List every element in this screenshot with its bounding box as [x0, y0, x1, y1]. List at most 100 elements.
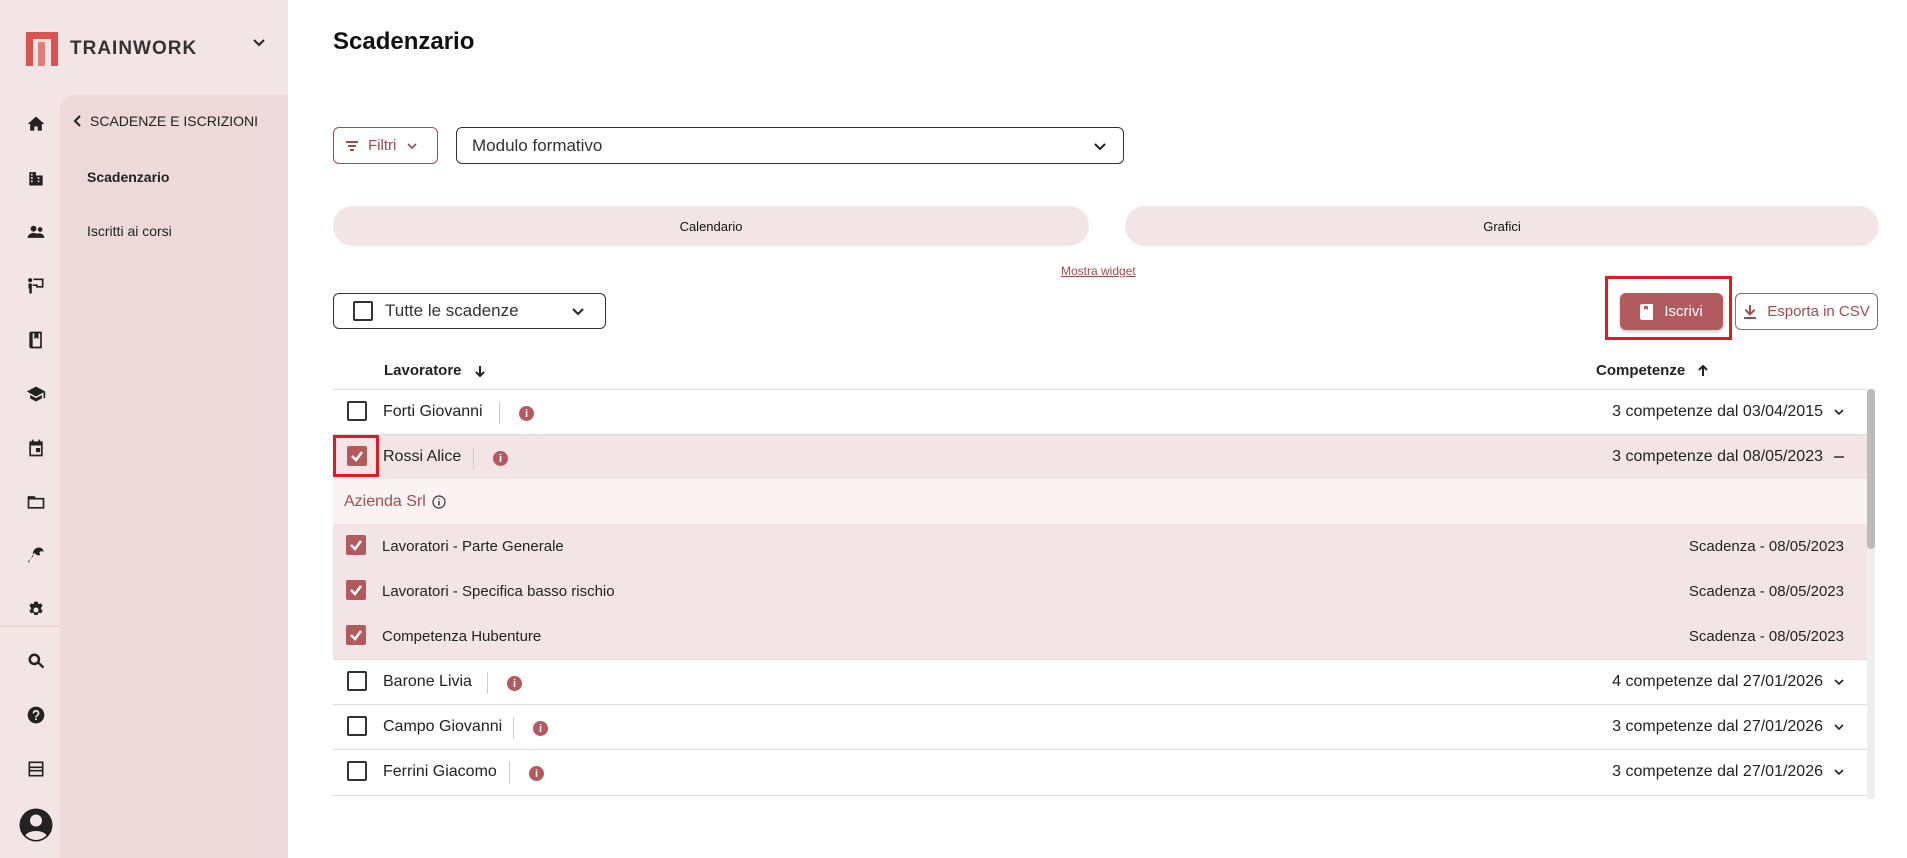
table-row[interactable]: Rossi Alice i 3 competenze dal 08/05/202… — [333, 434, 1869, 479]
download-icon — [1744, 304, 1757, 319]
calendar-icon[interactable] — [0, 420, 60, 476]
book-icon — [1640, 303, 1654, 320]
competence-deadline: Scadenza - 08/05/2023 — [1688, 628, 1844, 645]
divider — [499, 402, 500, 424]
highlight-box — [333, 435, 379, 477]
presentation-icon[interactable] — [16, 266, 56, 306]
divider — [509, 762, 510, 784]
worker-name: Forti Giovanni — [383, 403, 483, 420]
info-icon[interactable]: i — [529, 766, 544, 781]
filters-button[interactable]: Filtri — [333, 127, 438, 164]
arrow-up-icon — [1698, 364, 1708, 376]
enroll-button[interactable]: Iscrivi — [1620, 293, 1723, 330]
help-icon[interactable] — [16, 695, 56, 735]
sub-navigation: SCADENZE E ISCRIZIONI Scadenzario Iscrit… — [60, 95, 288, 858]
worker-name: Rossi Alice — [383, 448, 462, 465]
row-checkbox[interactable] — [347, 671, 367, 691]
row-checkbox[interactable] — [347, 716, 367, 736]
competence-name: Lavoratori - Specifica basso rischio — [382, 583, 615, 600]
folder-icon[interactable] — [16, 482, 56, 522]
search-icon[interactable] — [16, 641, 56, 681]
export-csv-button[interactable]: Esporta in CSV — [1735, 293, 1878, 330]
home-icon[interactable] — [16, 104, 56, 144]
info-outline-icon[interactable] — [432, 494, 446, 509]
tab-grafici[interactable]: Grafici — [1125, 206, 1879, 246]
back-link[interactable]: SCADENZE E ISCRIZIONI — [72, 113, 258, 129]
chevron-down-icon[interactable] — [252, 36, 266, 50]
select-all-checkbox[interactable] — [353, 301, 373, 321]
arrow-down-icon — [474, 365, 485, 377]
chevron-down-icon[interactable] — [1833, 766, 1845, 778]
deadline-select[interactable]: Tutte le scadenze — [333, 293, 606, 329]
page-title: Scadenzario — [333, 28, 475, 55]
divider — [487, 672, 488, 694]
info-icon[interactable]: i — [507, 676, 522, 691]
company-group: Azienda Srl — [333, 479, 1869, 524]
collapse-icon[interactable] — [1833, 451, 1845, 463]
table-row[interactable]: Campo Giovanni i 3 competenze dal 27/01/… — [333, 704, 1869, 749]
divider — [333, 795, 1869, 796]
competence-deadline: Scadenza - 08/05/2023 — [1688, 583, 1844, 600]
chevron-down-icon[interactable] — [1833, 721, 1845, 733]
competence-row[interactable]: Competenza Hubenture Scadenza - 08/05/20… — [333, 614, 1869, 659]
skills-summary: 3 competenze dal 27/01/2026 — [1612, 718, 1823, 735]
app-root: TRAINWORK SCADENZE E ISCRIZIONI Scadenza… — [0, 0, 1907, 858]
chevron-left-icon — [73, 115, 81, 127]
scrollbar-thumb[interactable] — [1867, 389, 1875, 549]
competence-row[interactable]: Lavoratori - Parte Generale Scadenza - 0… — [333, 524, 1869, 569]
competence-checkbox[interactable] — [346, 580, 366, 600]
sidebar-item-scadenzario[interactable]: Scadenzario — [87, 169, 169, 185]
worker-name: Barone Livia — [383, 673, 472, 690]
graduation-cap-icon[interactable] — [16, 374, 56, 414]
competence-name: Competenza Hubenture — [382, 628, 542, 645]
account-icon[interactable] — [16, 805, 56, 845]
divider — [473, 447, 474, 469]
deadline-select-label: Tutte le scadenze — [385, 301, 519, 320]
column-worker-label: Lavoratore — [384, 362, 462, 379]
show-widget-link[interactable]: Mostra widget — [1061, 264, 1136, 278]
divider — [513, 717, 514, 739]
back-label: SCADENZE E ISCRIZIONI — [90, 113, 259, 129]
buildings-icon[interactable] — [16, 158, 56, 198]
table-row[interactable]: Forti Giovanni i 3 competenze dal 03/04/… — [333, 389, 1869, 434]
info-icon[interactable]: i — [519, 406, 534, 421]
competence-name: Lavoratori - Parte Generale — [382, 538, 564, 555]
column-header-skills[interactable]: Competenze — [1596, 362, 1709, 379]
scrollbar[interactable] — [1867, 389, 1875, 799]
skills-summary: 3 competenze dal 03/04/2015 — [1612, 403, 1823, 420]
chevron-down-icon — [1094, 143, 1106, 151]
competence-deadline: Scadenza - 08/05/2023 — [1688, 538, 1844, 555]
module-select-value: Modulo formativo — [472, 135, 603, 155]
module-select[interactable]: Modulo formativo — [456, 127, 1124, 164]
row-checkbox[interactable] — [347, 761, 367, 781]
chevron-down-icon[interactable] — [1833, 406, 1845, 418]
info-icon[interactable]: i — [493, 451, 508, 466]
competence-checkbox[interactable] — [346, 625, 366, 645]
brand-name: TRAINWORK — [70, 38, 198, 59]
column-skills-label: Competenze — [1596, 362, 1686, 379]
skills-summary: 3 competenze dal 27/01/2026 — [1612, 763, 1823, 780]
row-checkbox[interactable] — [347, 401, 367, 421]
chevron-down-icon[interactable] — [1833, 676, 1845, 688]
people-icon[interactable] — [16, 212, 56, 252]
book-icon[interactable] — [16, 320, 56, 360]
chevron-down-icon — [407, 142, 417, 149]
wrench-icon[interactable] — [16, 536, 56, 576]
tab-calendario[interactable]: Calendario — [333, 206, 1089, 246]
info-icon[interactable]: i — [533, 721, 548, 736]
competence-checkbox[interactable] — [346, 535, 366, 555]
inbox-icon[interactable] — [16, 749, 56, 789]
sidebar-item-iscritti[interactable]: Iscritti ai corsi — [87, 223, 172, 239]
company-name: Azienda Srl — [344, 492, 426, 510]
chevron-down-icon — [572, 308, 584, 316]
column-header-worker[interactable]: Lavoratore — [384, 362, 486, 379]
table-row[interactable]: Ferrini Giacomo i 3 competenze dal 27/01… — [333, 749, 1869, 794]
gear-icon[interactable] — [16, 590, 56, 630]
filter-icon — [346, 140, 358, 151]
table-row[interactable]: Barone Livia i 4 competenze dal 27/01/20… — [333, 659, 1869, 704]
icon-nav-bottom — [0, 626, 60, 858]
skills-summary: 3 competenze dal 08/05/2023 — [1612, 448, 1823, 465]
competence-row[interactable]: Lavoratori - Specifica basso rischio Sca… — [333, 569, 1869, 614]
worker-name: Campo Giovanni — [383, 718, 503, 735]
sidebar: TRAINWORK SCADENZE E ISCRIZIONI Scadenza… — [0, 0, 288, 858]
